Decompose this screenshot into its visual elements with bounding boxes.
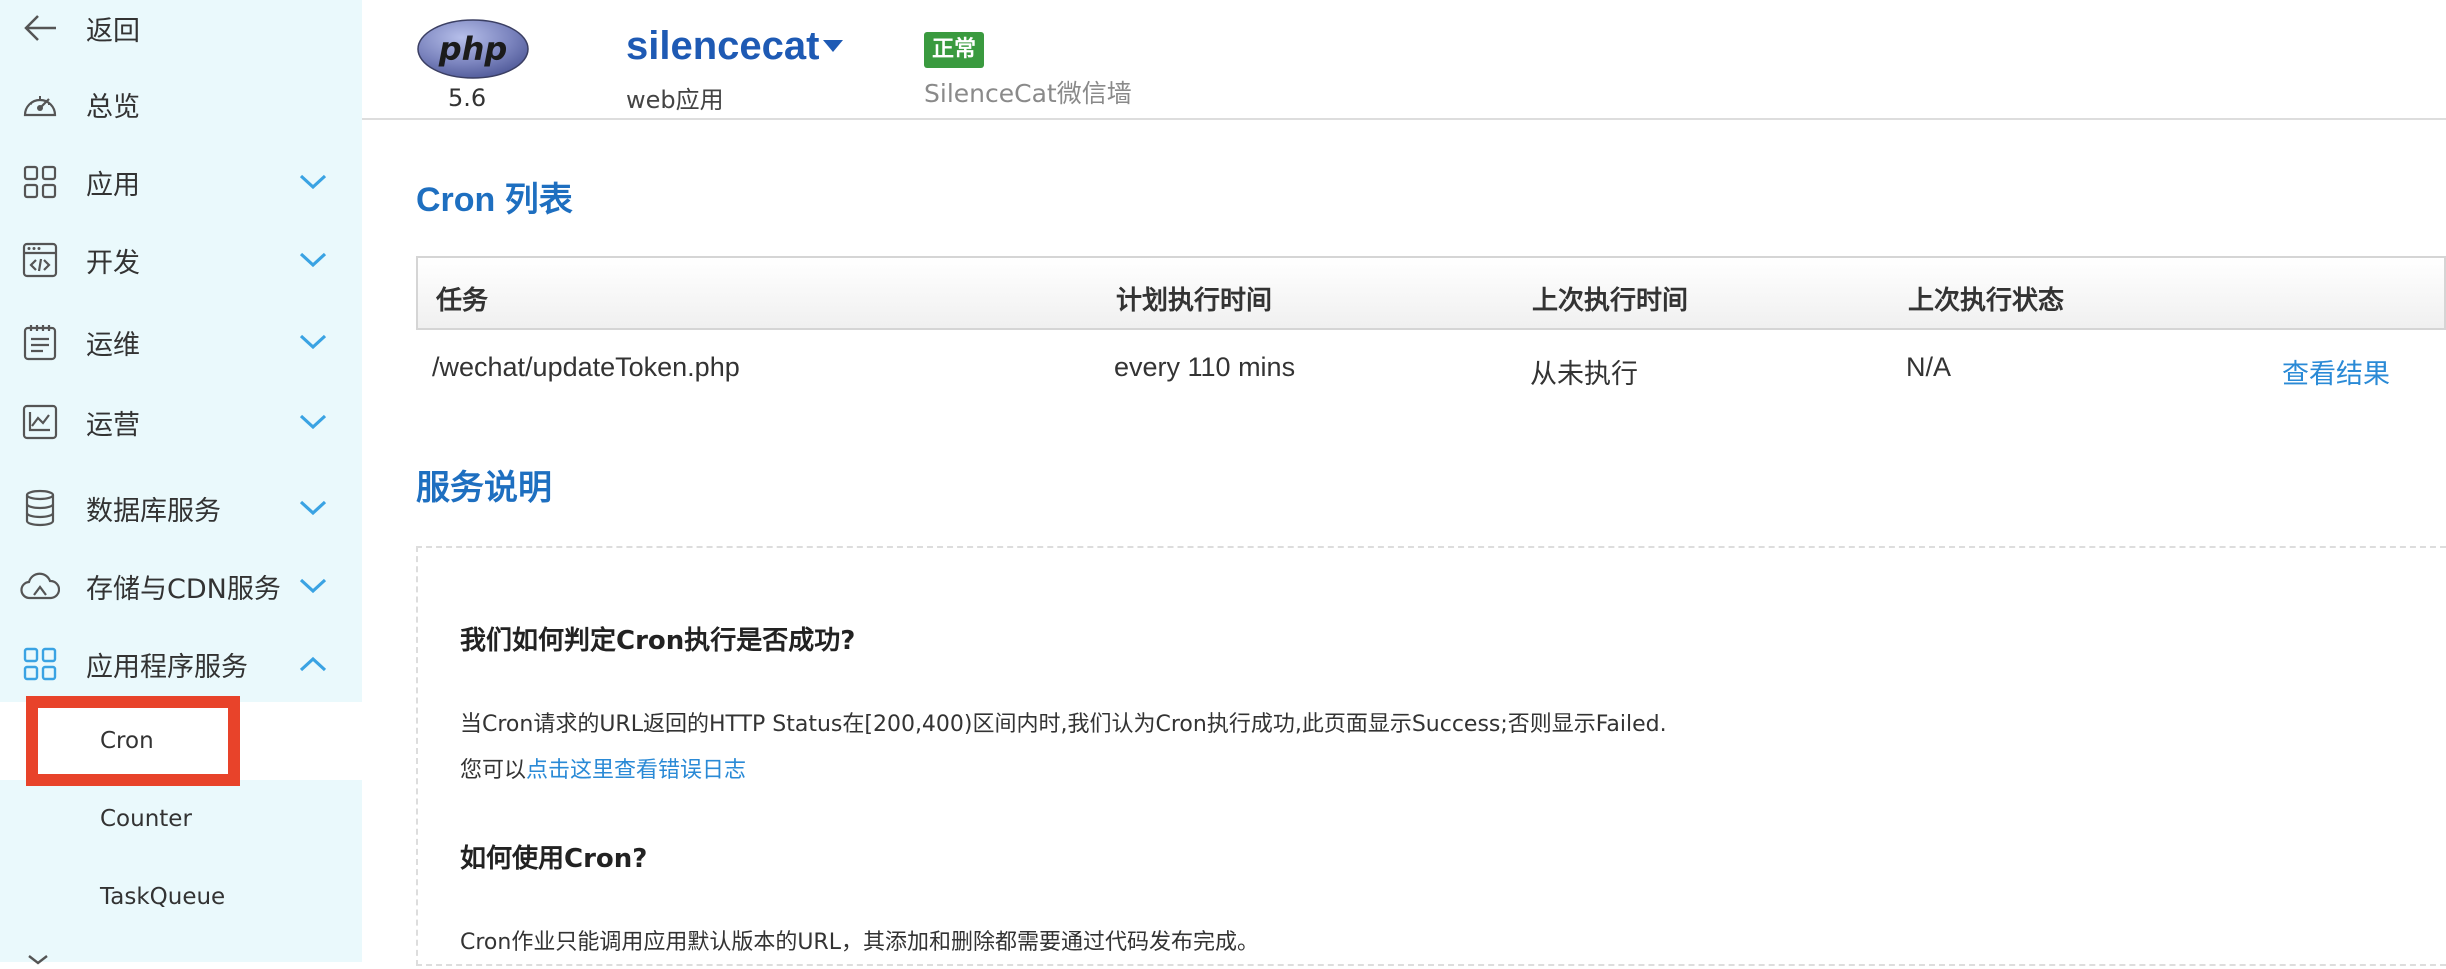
column-header-schedule: 计划执行时间 bbox=[1116, 286, 1273, 316]
php-logo: php bbox=[417, 19, 529, 79]
svg-text:php: php bbox=[438, 30, 508, 68]
view-result-link[interactable]: 查看结果 bbox=[2282, 352, 2390, 391]
chevron-down-icon[interactable] bbox=[296, 569, 330, 603]
back-link[interactable]: 返回 bbox=[0, 0, 362, 56]
sidebar-item-label: 应用 bbox=[86, 169, 140, 201]
sidebar-item-label: 开发 bbox=[86, 247, 140, 279]
error-log-link[interactable]: 点击这里查看错误日志 bbox=[526, 758, 746, 783]
chart-window-icon bbox=[20, 402, 60, 442]
cell-last-run: 从未执行 bbox=[1530, 359, 1638, 389]
column-header-task: 任务 bbox=[436, 286, 489, 316]
service-description-title: 服务说明 bbox=[416, 469, 552, 507]
cloud-icon bbox=[20, 566, 60, 606]
faq-answer-usage: Cron作业只能调用应用默认版本的URL，其添加和删除都需要通过代码发布完成。 bbox=[460, 930, 1259, 955]
service-description-panel: 我们如何判定Cron执行是否成功? 当Cron请求的URL返回的HTTP Sta… bbox=[416, 546, 2446, 966]
table-header: 任务 计划执行时间 上次执行时间 上次执行状态 bbox=[416, 256, 2446, 330]
chevron-down-icon[interactable] bbox=[296, 243, 330, 277]
grid-icon bbox=[20, 162, 60, 202]
dashboard-gauge-icon bbox=[20, 84, 60, 124]
faq-question-success: 我们如何判定Cron执行是否成功? bbox=[460, 626, 856, 656]
sidebar-item-app-services[interactable]: 应用程序服务 bbox=[0, 634, 362, 694]
sidebar-item-label: 总览 bbox=[86, 91, 140, 123]
sidebar-subitem-label: Counter bbox=[100, 806, 192, 832]
cell-schedule: every 110 mins bbox=[1114, 352, 1296, 382]
cell-task: /wechat/updateToken.php bbox=[432, 352, 740, 382]
column-header-last-status: 上次执行状态 bbox=[1908, 286, 2065, 316]
grid-icon bbox=[20, 644, 60, 684]
error-log-line: 您可以点击这里查看错误日志 bbox=[460, 752, 746, 784]
app-name-dropdown[interactable]: silencecat bbox=[626, 24, 819, 69]
sidebar-item-operations[interactable]: 运营 bbox=[0, 392, 362, 452]
column-header-last-run: 上次执行时间 bbox=[1532, 286, 1689, 316]
app-header: php 5.6 silencecat web应用 正常 SilenceCat微信… bbox=[362, 0, 2446, 120]
chevron-down-icon[interactable] bbox=[296, 165, 330, 199]
chevron-down-icon[interactable] bbox=[296, 325, 330, 359]
faq-answer-success: 当Cron请求的URL返回的HTTP Status在[200,400)区间内时,… bbox=[460, 712, 1667, 737]
sidebar-item-label: 存储与CDN服务 bbox=[86, 573, 281, 605]
database-icon bbox=[20, 488, 60, 528]
sidebar-item-develop[interactable]: 开发 bbox=[0, 230, 362, 290]
faq-question-usage: 如何使用Cron? bbox=[460, 844, 648, 874]
sidebar-subitem-cron[interactable]: Cron bbox=[0, 702, 362, 780]
cell-last-status: N/A bbox=[1906, 352, 1952, 382]
caret-down-icon[interactable] bbox=[822, 38, 844, 54]
sidebar-item-overview[interactable]: 总览 bbox=[0, 74, 362, 134]
sidebar-subitem-counter[interactable]: Counter bbox=[0, 780, 362, 858]
sidebar-item-label: 数据库服务 bbox=[86, 495, 221, 527]
error-log-prefix: 您可以 bbox=[460, 758, 527, 783]
sidebar-subitem-label: Cron bbox=[100, 728, 154, 754]
sidebar-item-label: 应用程序服务 bbox=[86, 651, 248, 683]
sidebar-item-label: 运维 bbox=[86, 329, 140, 361]
app-type: web应用 bbox=[626, 86, 724, 114]
back-label: 返回 bbox=[86, 15, 140, 47]
php-version: 5.6 bbox=[448, 84, 487, 112]
chevron-down-icon[interactable] bbox=[296, 491, 330, 525]
app-description: SilenceCat微信墙 bbox=[924, 79, 1132, 108]
cron-list-title: Cron 列表 bbox=[416, 181, 573, 219]
sidebar-subitem-taskqueue[interactable]: TaskQueue bbox=[0, 858, 362, 936]
table-row: /wechat/updateToken.php every 110 mins 从… bbox=[416, 330, 2446, 404]
chevron-up-icon[interactable] bbox=[296, 647, 330, 681]
clipboard-icon bbox=[20, 322, 60, 362]
sidebar: 返回 总览 应用 开发 运维 运营 数据库服务 存储与CDN服务 应用程序服务 … bbox=[0, 0, 362, 965]
status-badge: 正常 bbox=[924, 32, 985, 68]
sidebar-subitem-label: TaskQueue bbox=[100, 884, 226, 910]
arrow-left-icon bbox=[20, 8, 60, 48]
sidebar-item-database[interactable]: 数据库服务 bbox=[0, 478, 362, 538]
chevron-down-icon[interactable] bbox=[296, 405, 330, 439]
sidebar-item-storage-cdn[interactable]: 存储与CDN服务 bbox=[0, 556, 362, 616]
sidebar-item-ops[interactable]: 运维 bbox=[0, 312, 362, 372]
sidebar-item-label: 运营 bbox=[86, 409, 140, 441]
code-window-icon bbox=[20, 240, 60, 280]
sidebar-item-apps[interactable]: 应用 bbox=[0, 152, 362, 212]
